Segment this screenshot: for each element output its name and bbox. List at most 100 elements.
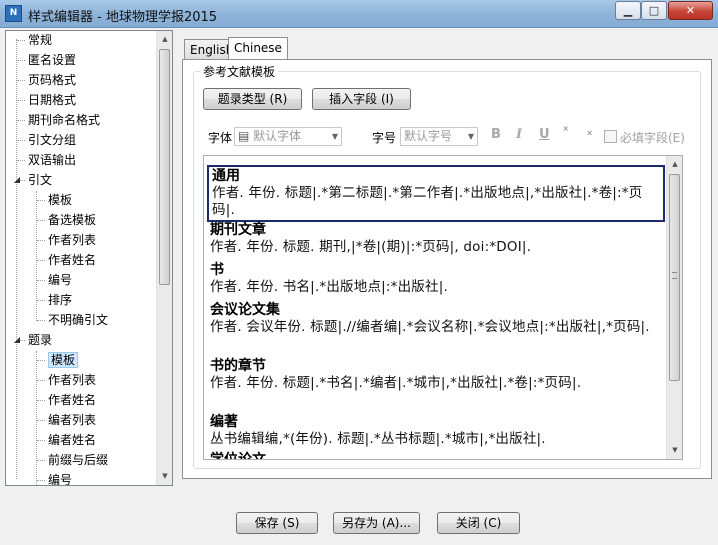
tree-item[interactable]: 排序 xyxy=(48,291,72,309)
italic-button[interactable]: I xyxy=(516,127,522,142)
tree-item-label: 页码格式 xyxy=(28,73,77,87)
entry-template-text: 作者. 年份. 标题|.*第二标题|.*第二作者|.*出版地点|,*出版社|.*… xyxy=(212,185,643,218)
entry-template-text: 作者. 年份. 书名|.*出版地点|:*出版社|. xyxy=(210,279,448,295)
tree-item-label: 作者姓名 xyxy=(48,253,97,267)
tree-item[interactable]: 编号 xyxy=(48,271,72,289)
tree-item[interactable]: 匿名设置 xyxy=(28,51,76,69)
tree-item[interactable]: 前缀与后缀 xyxy=(48,451,108,469)
tree-item-label: 不明确引文 xyxy=(48,313,109,327)
save-as-button[interactable]: 另存为 (A)... xyxy=(333,512,420,534)
tree-item[interactable]: 作者姓名 xyxy=(48,251,96,269)
tree-item[interactable]: 引文分组 xyxy=(28,131,76,149)
tree-connector xyxy=(37,440,45,441)
tree-item[interactable]: 备选模板 xyxy=(48,211,96,229)
tree-connector xyxy=(17,100,25,101)
tree-connector xyxy=(37,480,45,481)
bold-button[interactable]: B xyxy=(491,127,501,142)
tree-connector xyxy=(36,191,37,321)
tree-connector xyxy=(17,160,25,161)
entry-type-heading: 会议论文集 xyxy=(210,302,280,318)
group-legend: 参考文献模板 xyxy=(200,63,279,80)
template-editor[interactable]: 通用 作者. 年份. 标题|.*第二标题|.*第二作者|.*出版地点|,*出版社|… xyxy=(203,155,683,460)
tree-item-label: 备选模板 xyxy=(48,213,97,227)
tree-item[interactable]: 作者列表 xyxy=(48,231,96,249)
tree-connector xyxy=(37,320,45,321)
app-icon: N xyxy=(5,5,22,22)
tree-item[interactable]: 期刊命名格式 xyxy=(28,111,100,129)
tree-item-label: 作者列表 xyxy=(48,233,97,247)
tree-item[interactable]: 模板 xyxy=(48,191,72,209)
tree-item[interactable]: 编号 xyxy=(48,471,72,485)
tree-item[interactable]: 作者姓名 xyxy=(48,391,96,409)
scroll-thumb[interactable] xyxy=(159,49,170,285)
tree-connector xyxy=(17,60,25,61)
expand-toggle-icon[interactable]: ◢ xyxy=(12,175,22,184)
editor-scrollbar[interactable]: ▲ ▼ xyxy=(666,156,682,459)
tree-item-label: 常规 xyxy=(28,33,53,47)
font-icon: ▤ xyxy=(238,129,250,143)
tree-item-label: 日期格式 xyxy=(28,93,77,107)
superscript-button[interactable]: ˣ xyxy=(563,124,568,139)
reference-type-button[interactable]: 题录类型 (R) xyxy=(203,88,302,110)
maximize-button[interactable]: □ xyxy=(641,1,667,20)
scroll-down-arrow-icon[interactable]: ▼ xyxy=(157,468,172,485)
size-select-value: 默认字号 xyxy=(404,129,453,143)
template-entry[interactable]: 书作者. 年份. 书名|.*出版地点|:*出版社|. xyxy=(210,262,662,296)
subscript-button[interactable]: ₓ xyxy=(587,124,592,139)
minimize-button[interactable]: ▁ xyxy=(615,1,641,20)
insert-field-button[interactable]: 插入字段 (I) xyxy=(312,88,411,110)
tree-item[interactable]: 常规 xyxy=(28,31,52,49)
template-entry[interactable]: 会议论文集 作者. 会议年份. 标题|.//编者编|.*会议名称|.*会议地点|:… xyxy=(210,302,662,336)
template-entry[interactable]: 学位论文 xyxy=(210,452,662,460)
tree-item[interactable]: 引文 xyxy=(28,171,52,189)
tree-item-label: 编号 xyxy=(48,273,73,287)
entry-type-heading: 学位论文 xyxy=(210,452,266,460)
settings-tree[interactable]: 常规 匿名设置 页码格式 日期格式 期刊命名格式 引文分组 双语输出 ◢ 引文 模板 备选模板 作者列… xyxy=(5,30,173,486)
entry-template-text: 作者. 会议年份. 标题|.//编者编|.*会议名称|.*会议地点|:*出版社|… xyxy=(210,319,650,335)
tree-connector xyxy=(37,460,45,461)
tree-connector xyxy=(37,400,45,401)
expand-toggle-icon[interactable]: ◢ xyxy=(12,335,22,344)
tree-item-label: 引文 xyxy=(28,173,53,187)
tree-item-label: 前缀与后缀 xyxy=(48,453,109,467)
scroll-thumb[interactable] xyxy=(669,174,680,381)
tree-item[interactable]: 日期格式 xyxy=(28,91,76,109)
tree-connector xyxy=(17,140,25,141)
save-button[interactable]: 保存 (S) xyxy=(236,512,318,534)
tree-scrollbar[interactable]: ▲ ▼ xyxy=(156,31,172,485)
scroll-down-arrow-icon[interactable]: ▼ xyxy=(667,442,682,459)
template-entry[interactable]: 期刊文章 作者. 年份. 标题. 期刊,|*卷|(期)|:*页码|, doi:*D… xyxy=(210,222,662,256)
tree-item[interactable]: 双语输出 xyxy=(28,151,76,169)
tree-connector xyxy=(37,220,45,221)
tree-item[interactable]: 不明确引文 xyxy=(48,311,108,329)
template-entry[interactable]: 书的章节 作者. 年份. 标题|.*书名|.*编者|.*城市|,*出版社|.*卷|… xyxy=(210,358,662,392)
tree-connector xyxy=(37,280,45,281)
tree-item[interactable]: 编者姓名 xyxy=(48,431,96,449)
tree-item[interactable]: 作者列表 xyxy=(48,371,96,389)
scroll-up-arrow-icon[interactable]: ▲ xyxy=(667,156,682,173)
tree-item[interactable]: 模板 xyxy=(48,351,79,369)
font-select[interactable]: ▤ 默认字体 ▼ xyxy=(234,127,342,146)
size-select[interactable]: 默认字号 ▼ xyxy=(400,127,478,146)
underline-button[interactable]: U xyxy=(539,127,550,142)
scroll-up-arrow-icon[interactable]: ▲ xyxy=(157,31,172,48)
tree-item[interactable]: 编者列表 xyxy=(48,411,96,429)
tab-chinese[interactable]: Chinese xyxy=(228,37,288,60)
close-button[interactable]: 关闭 (C) xyxy=(437,512,520,534)
tree-item[interactable]: 页码格式 xyxy=(28,71,76,89)
window-title: 样式编辑器 - 地球物理学报2015 xyxy=(28,10,218,25)
tree-item-label: 题录 xyxy=(28,333,53,347)
tree-item[interactable]: 题录 xyxy=(28,331,52,349)
required-field-checkbox[interactable] xyxy=(604,130,617,143)
tree-item-label: 作者姓名 xyxy=(48,393,97,407)
chevron-down-icon: ▼ xyxy=(331,132,338,141)
tree-connector xyxy=(37,360,45,361)
template-entry[interactable]: 通用 作者. 年份. 标题|.*第二标题|.*第二作者|.*出版地点|,*出版社|… xyxy=(207,165,665,222)
tree-connector xyxy=(17,80,25,81)
entry-template-text: 作者. 年份. 标题|.*书名|.*编者|.*城市|,*出版社|.*卷|:*页码… xyxy=(210,375,582,391)
tree-connector xyxy=(36,351,37,485)
entry-template-text: 作者. 年份. 标题. 期刊,|*卷|(期)|:*页码|, doi:*DOI|. xyxy=(210,239,532,255)
template-entry[interactable]: 编著 丛书编辑编,*(年份). 标题|.*丛书标题|.*城市|,*出版社|. xyxy=(210,414,662,448)
tree-connector xyxy=(37,260,45,261)
close-window-button[interactable]: ✕ xyxy=(668,1,713,20)
